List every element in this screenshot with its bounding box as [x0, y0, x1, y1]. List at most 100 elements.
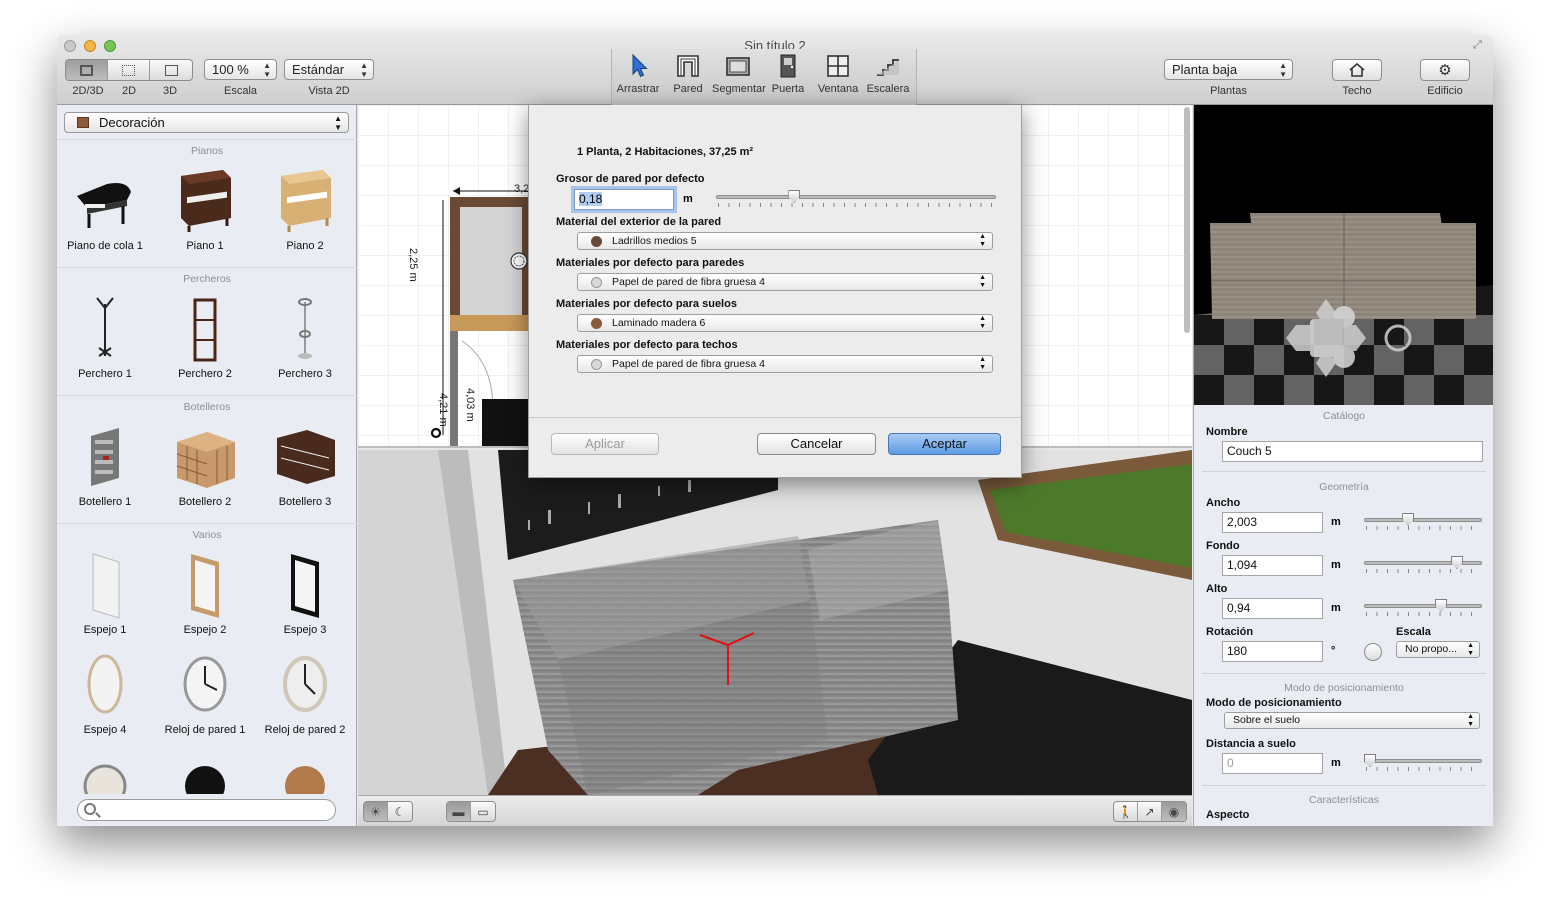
catalog-item[interactable]: Espejo 1	[57, 550, 153, 636]
width-unit: m	[1331, 516, 1341, 528]
catalog-item-name: Espejo 2	[183, 624, 227, 636]
fullscreen-icon[interactable]: ⤢	[1473, 39, 1485, 51]
search-field[interactable]	[77, 799, 336, 821]
tool-drag[interactable]: Arrastrar	[612, 53, 664, 95]
fly-icon[interactable]: ↗	[1138, 802, 1162, 821]
catalog-item[interactable]: Piano de cola 1	[57, 166, 153, 252]
catalog-item[interactable]: Piano 2	[257, 166, 353, 252]
catalog-item[interactable]: Reloj de pared 2	[257, 650, 353, 736]
catalog-item[interactable]: Espejo 2	[157, 550, 253, 636]
tool-wall[interactable]: Pared	[662, 53, 714, 95]
sun-icon[interactable]: ☀	[364, 802, 388, 821]
building-button[interactable]: ⚙	[1420, 59, 1470, 81]
walk-icon[interactable]: 🚶	[1114, 802, 1138, 821]
catalog-item[interactable]: Reloj de pared 1	[157, 650, 253, 736]
furniture-3d-preview[interactable]	[1194, 105, 1493, 405]
catalog-item[interactable]: Espejo 3	[257, 550, 353, 636]
height-input[interactable]: 0,94	[1222, 598, 1323, 619]
catalog-item[interactable]: Piano 1	[157, 166, 253, 252]
eye-icon[interactable]: ◉	[1162, 802, 1186, 821]
walls-material-select[interactable]: Papel de pared de fibra gruesa 4 ▲ ▼	[577, 273, 993, 291]
ok-button[interactable]: Aceptar	[888, 433, 1001, 455]
elevation-input[interactable]: 0	[1222, 753, 1323, 774]
floors-material-select[interactable]: Laminado madera 6 ▲ ▼	[577, 314, 993, 332]
black-clock-thumbnail	[185, 766, 225, 794]
cancel-button[interactable]: Cancelar	[757, 433, 876, 455]
walls-material-label: Materiales por defecto para paredes	[556, 257, 745, 269]
rotation-input[interactable]: 180	[1222, 641, 1323, 662]
catalog-section-pianos: Pianos Piano de cola 1 Piano 1 Piano 2	[57, 139, 357, 267]
width-slider[interactable]	[1364, 513, 1482, 530]
slider-knob[interactable]	[1435, 599, 1448, 612]
slider-ticks	[1366, 526, 1480, 530]
tool-window[interactable]: Ventana	[812, 53, 864, 95]
ceilings-material-select[interactable]: Papel de pared de fibra gruesa 4 ▲ ▼	[577, 355, 993, 373]
view-mode-3d-button[interactable]	[150, 60, 192, 80]
exterior-material-value: Ladrillos medios 5	[612, 235, 697, 247]
catalog-item[interactable]: Botellero 2	[157, 422, 253, 508]
wall-thickness-label: Grosor de pared por defecto	[556, 173, 705, 185]
apply-button[interactable]: Aplicar	[551, 433, 659, 455]
catalog-section-title: Botelleros	[183, 401, 231, 413]
height-unit: m	[1331, 602, 1341, 614]
height-slider[interactable]	[1364, 599, 1482, 616]
depth-slider[interactable]	[1364, 556, 1482, 573]
selected-level-icon[interactable]: ▭	[471, 802, 495, 821]
view-mode-segmented-control	[65, 59, 193, 81]
slider-ticks	[1366, 569, 1480, 573]
slider-knob[interactable]	[1402, 513, 1415, 526]
section-divider	[1202, 471, 1486, 472]
category-select[interactable]: Decoración ▲ ▼	[64, 112, 349, 133]
level-select[interactable]: Planta baja ▲ ▼	[1164, 59, 1293, 80]
catalog-item[interactable]	[257, 748, 353, 794]
positioning-select[interactable]: Sobre el suelo ▲ ▼	[1224, 712, 1480, 729]
catalog-item[interactable]: Botellero 3	[257, 422, 353, 508]
slider-knob[interactable]	[1364, 754, 1376, 767]
wall-thickness-input[interactable]: 0,18	[574, 189, 674, 210]
all-levels-icon[interactable]: ▬	[447, 802, 471, 821]
rotation-dial-icon[interactable]	[1364, 643, 1382, 661]
zoom-select[interactable]: 100 % ▲ ▼	[204, 59, 277, 80]
elevation-slider[interactable]	[1364, 754, 1482, 771]
moon-icon[interactable]: ☾	[388, 802, 412, 821]
tool-segment[interactable]: Segmentar	[712, 53, 766, 95]
width-input[interactable]: 2,003	[1222, 512, 1323, 533]
features-section-title: Características	[1308, 794, 1380, 806]
floors-material-label: Materiales por defecto para suelos	[556, 298, 737, 310]
tool-door[interactable]: Puerta	[762, 53, 814, 95]
view-mode-2d-button[interactable]	[108, 60, 150, 80]
slider-knob[interactable]	[788, 190, 801, 203]
name-input[interactable]: Couch 5	[1222, 441, 1483, 462]
dimension-label-inner: 4,03 m	[464, 388, 476, 422]
plan-vertical-scrollbar[interactable]	[1184, 107, 1190, 333]
depth-input[interactable]: 1,094	[1222, 555, 1323, 576]
3d-view-toolbar: ☀ ☾ ▬ ▭ 🚶 ↗ ◉	[358, 795, 1192, 826]
slider-knob[interactable]	[1450, 556, 1463, 569]
building-label: Edificio	[1427, 85, 1463, 97]
scale-select[interactable]: No propo... ▲ ▼	[1396, 641, 1480, 658]
toolbar: Sin título 2 ⤢ 2D/3D 2D 3D 100 % ▲ ▼ Esca…	[57, 35, 1493, 105]
lighting-segmented-control: ☀ ☾	[363, 801, 413, 822]
roof-button[interactable]	[1332, 59, 1382, 81]
catalog-item[interactable]: Espejo 4	[57, 650, 153, 736]
3d-view[interactable]	[358, 450, 1192, 795]
tool-stairs[interactable]: Escalera	[862, 53, 914, 95]
catalog-section-misc: Varios Espejo 1 Espejo 2 Espejo 3 Espejo…	[57, 523, 357, 794]
wall-thickness-slider[interactable]	[716, 190, 996, 207]
catalog-item[interactable]: Perchero 1	[57, 294, 153, 380]
catalog-item[interactable]: Perchero 2	[157, 294, 253, 380]
view-mode-2d3d-button[interactable]	[66, 60, 108, 80]
catalog-item[interactable]: Perchero 3	[257, 294, 353, 380]
catalog-list[interactable]: Pianos Piano de cola 1 Piano 1 Piano 2 P…	[57, 139, 357, 794]
catalog-item[interactable]: Botellero 1	[57, 422, 153, 508]
catalog-item[interactable]	[157, 748, 253, 794]
dialog-divider	[529, 417, 1021, 418]
view-2d-select[interactable]: Estándar ▲ ▼	[284, 59, 374, 80]
exterior-material-select[interactable]: Ladrillos medios 5 ▲ ▼	[577, 232, 993, 250]
catalog-item[interactable]	[57, 748, 153, 794]
positioning-select-value: Sobre el suelo	[1233, 714, 1301, 726]
wood-swatch-icon	[591, 318, 602, 329]
display-segmented-control: ▬ ▭	[446, 801, 496, 822]
height-label: Alto	[1206, 583, 1228, 595]
coat-stand-thumbnail	[193, 298, 217, 362]
